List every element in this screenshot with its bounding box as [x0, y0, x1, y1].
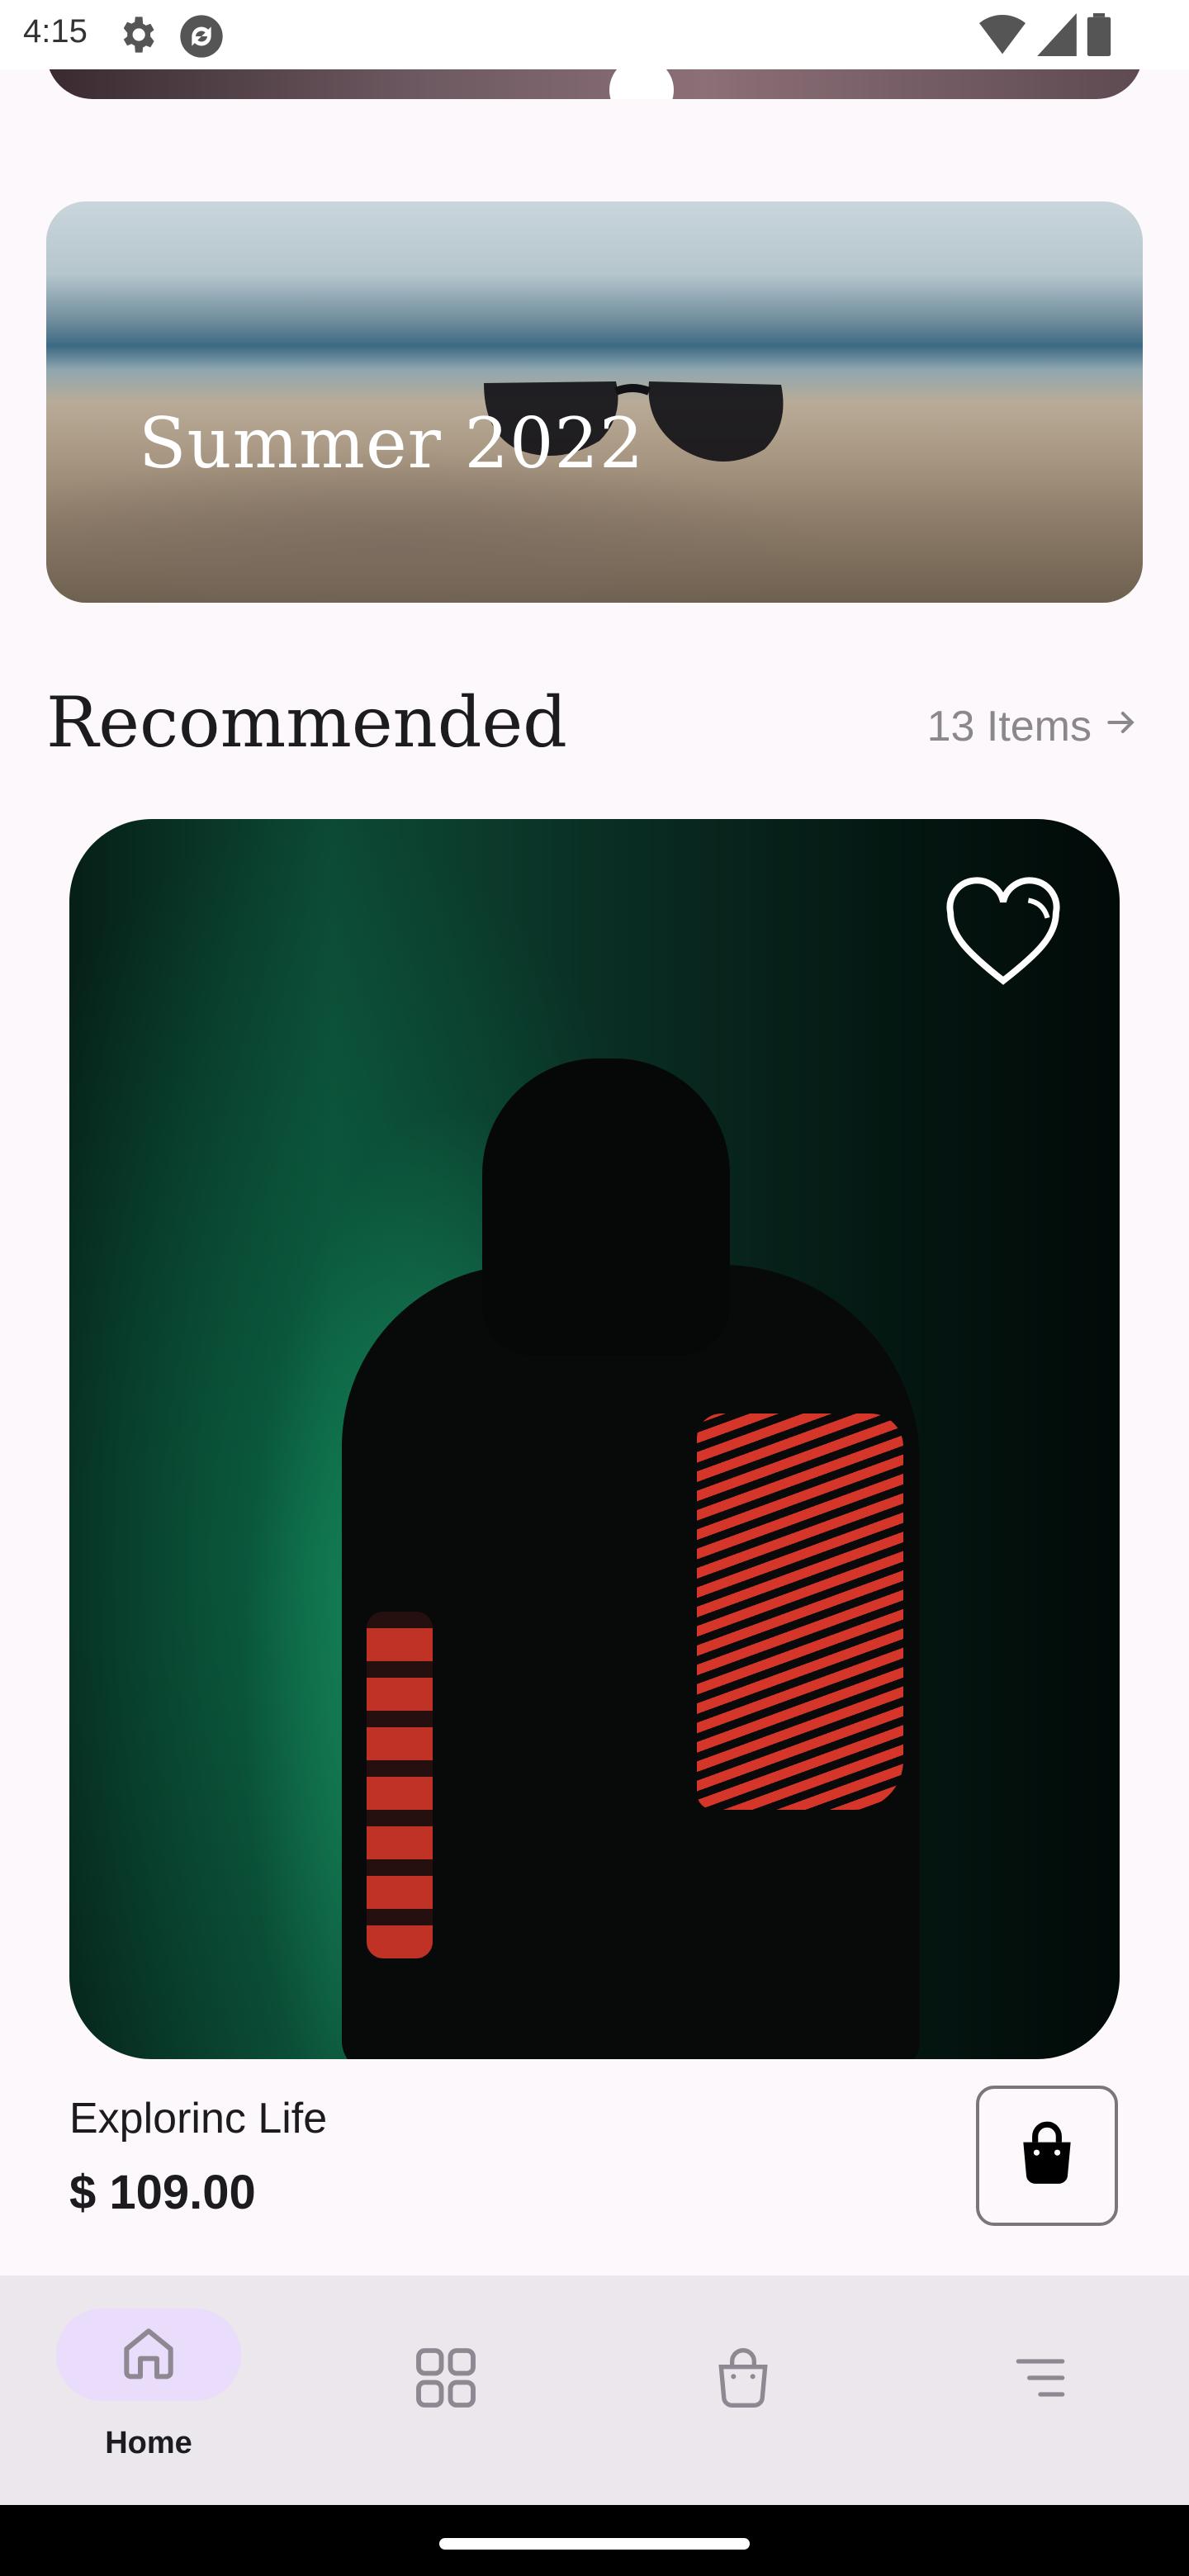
product-name: Explorinc Life: [69, 2095, 328, 2143]
nav-item-bag[interactable]: [594, 2308, 892, 2490]
product-price: $ 109.00: [69, 2166, 256, 2219]
heart-icon: [943, 876, 1063, 993]
hood-shape: [482, 1058, 730, 1356]
shopping-bag-icon: [1011, 2119, 1082, 2194]
settings-icon: [116, 13, 159, 60]
items-link[interactable]: 13 Items: [927, 702, 1139, 751]
wifi-icon: [979, 13, 1026, 60]
arrow-right-icon: [1103, 702, 1139, 751]
sync-icon: [178, 13, 225, 64]
nav-icon-wrap: [651, 2333, 836, 2426]
status-bar: 4:15: [0, 0, 1189, 69]
grid-icon: [410, 2342, 482, 2418]
nav-icon-wrap: [353, 2333, 538, 2426]
nav-active-indicator: [56, 2308, 241, 2401]
section-title: Recommended: [46, 682, 567, 763]
status-time: 4:15: [23, 13, 88, 50]
menu-icon: [1007, 2345, 1073, 2415]
nav-item-categories[interactable]: [297, 2308, 594, 2490]
bottom-navigation: Home: [0, 2275, 1189, 2505]
system-gesture-bar: [0, 2505, 1189, 2576]
summer-banner[interactable]: Summer 2022: [46, 201, 1143, 603]
bag-icon: [710, 2345, 776, 2415]
sleeve-print: [367, 1612, 433, 1958]
nav-icon-wrap: [948, 2333, 1133, 2426]
nav-item-menu[interactable]: [892, 2308, 1189, 2490]
battery-icon: [1087, 13, 1111, 60]
product-image[interactable]: [69, 819, 1120, 2059]
banner-title: Summer 2022: [139, 403, 645, 484]
nav-label-home: Home: [105, 2426, 192, 2460]
nav-item-home[interactable]: Home: [0, 2308, 297, 2490]
hoodie-print: [697, 1413, 903, 1810]
favorite-button[interactable]: [941, 876, 1065, 993]
home-icon: [116, 2320, 182, 2390]
items-count: 13 Items: [926, 703, 1092, 751]
home-gesture-handle[interactable]: [439, 2538, 750, 2550]
add-to-cart-button[interactable]: [976, 2086, 1118, 2226]
cellular-icon: [1037, 13, 1077, 60]
